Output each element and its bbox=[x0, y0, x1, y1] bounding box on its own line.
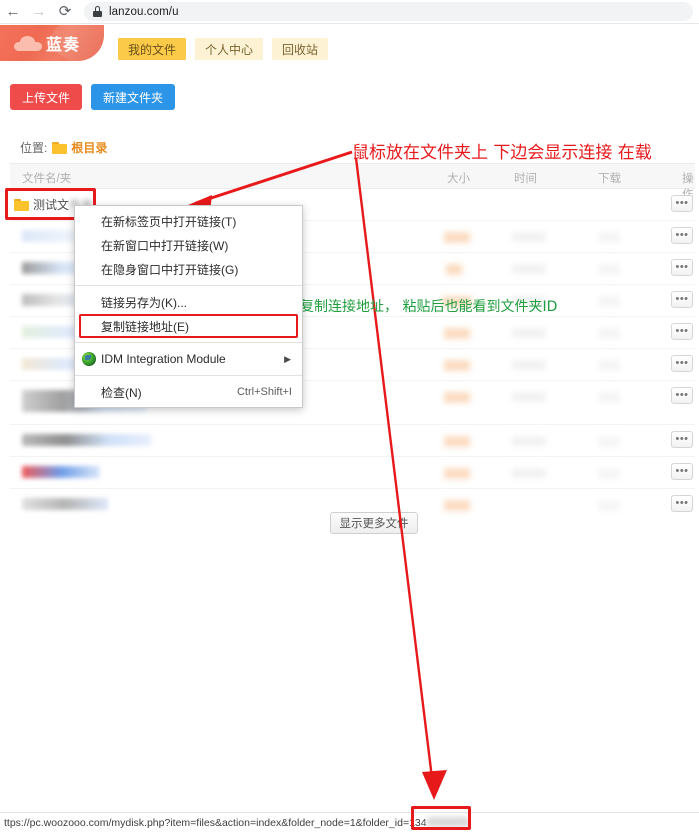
idm-globe-icon bbox=[82, 352, 96, 366]
file-name-cell bbox=[22, 498, 108, 510]
tab-personal-center[interactable]: 个人中心 bbox=[195, 38, 264, 60]
site-logo[interactable]: 蓝奏 bbox=[0, 25, 104, 61]
file-download-blurred bbox=[598, 436, 620, 447]
annotation-red-note: 鼠标放在文件夹上 下边会显示连接 在载 bbox=[352, 143, 652, 163]
column-header-name[interactable]: 文件名/夹 bbox=[22, 170, 71, 186]
file-name-blurred bbox=[22, 434, 152, 446]
file-download-blurred bbox=[598, 264, 620, 275]
row-action-button[interactable]: ••• bbox=[671, 259, 693, 276]
site-header: 蓝奏 我的文件 个人中心 回收站 bbox=[0, 25, 699, 67]
table-row[interactable]: ••• bbox=[10, 425, 695, 457]
back-arrow-icon[interactable]: ← bbox=[0, 0, 26, 24]
tab-recycle-bin[interactable]: 回收站 bbox=[272, 38, 329, 60]
row-action-button[interactable]: ••• bbox=[671, 431, 693, 448]
file-download-blurred bbox=[598, 360, 620, 371]
file-name-blurred bbox=[22, 466, 100, 478]
reload-icon[interactable]: ⟳ bbox=[52, 0, 78, 24]
context-menu-item-label: 检查(N) bbox=[101, 385, 142, 400]
file-size-blurred bbox=[444, 328, 470, 339]
logo-text: 蓝奏 bbox=[46, 37, 81, 54]
file-size-blurred bbox=[444, 392, 470, 403]
new-folder-button[interactable]: 新建文件夹 bbox=[91, 84, 176, 110]
file-time-blurred bbox=[512, 360, 546, 370]
tab-my-files[interactable]: 我的文件 bbox=[118, 38, 187, 60]
context-menu-item-copy-link-wrap: 复制链接地址(E) bbox=[75, 314, 302, 338]
breadcrumb-label: 位置: bbox=[20, 141, 48, 155]
upload-file-button[interactable]: 上传文件 bbox=[10, 84, 83, 110]
file-size-blurred bbox=[444, 500, 470, 511]
file-download-blurred bbox=[598, 232, 620, 243]
file-table-header: 文件名/夹 大小 时间 下载 操作 bbox=[10, 163, 695, 201]
context-menu-item-shortcut: Ctrl+Shift+I bbox=[236, 386, 292, 398]
row-action-button[interactable]: ••• bbox=[671, 227, 693, 244]
file-download-blurred bbox=[598, 328, 620, 339]
status-bar-url: ttps://pc.woozooo.com/mydisk.php?item=fi… bbox=[4, 816, 469, 829]
context-menu-item-label: IDM Integration Module bbox=[101, 352, 226, 366]
table-row[interactable]: ••• bbox=[10, 457, 695, 489]
folder-icon bbox=[14, 198, 29, 211]
column-header-time[interactable]: 时间 bbox=[514, 170, 537, 186]
address-bar-url: lanzou.com/u bbox=[109, 5, 179, 18]
page-root: ← → ⟳ lanzou.com/u 蓝奏 我的文件 个人中心 回收站 上传文件… bbox=[0, 0, 699, 832]
file-download-blurred bbox=[598, 392, 620, 403]
column-header-size[interactable]: 大小 bbox=[447, 170, 470, 186]
row-action-button[interactable]: ••• bbox=[671, 387, 693, 404]
cloud-icon bbox=[14, 35, 42, 51]
breadcrumb: 位置: 根目录 bbox=[20, 139, 107, 156]
row-action-button[interactable]: ••• bbox=[671, 195, 693, 212]
file-time-blurred bbox=[512, 264, 546, 274]
chevron-right-icon: ▶ bbox=[284, 353, 291, 364]
folder-name-visible: 测试文 bbox=[33, 198, 70, 212]
context-menu-item-idm-integration[interactable]: IDM Integration Module ▶ bbox=[75, 347, 302, 371]
main-nav-tabs: 我的文件 个人中心 回收站 bbox=[118, 38, 329, 60]
file-size-blurred bbox=[444, 232, 470, 243]
folder-icon bbox=[52, 141, 68, 154]
file-name-cell bbox=[22, 434, 152, 446]
row-action-button[interactable]: ••• bbox=[671, 495, 693, 512]
file-download-blurred bbox=[598, 500, 620, 511]
file-size-blurred bbox=[444, 468, 470, 479]
file-name-cell bbox=[22, 466, 100, 478]
file-time-blurred bbox=[512, 328, 546, 338]
column-header-download[interactable]: 下载 bbox=[598, 170, 621, 186]
file-size-blurred bbox=[444, 436, 470, 447]
show-more-files-button[interactable]: 显示更多文件 bbox=[330, 512, 418, 534]
context-menu-separator bbox=[75, 285, 302, 286]
address-bar[interactable]: lanzou.com/u bbox=[84, 2, 693, 21]
context-menu-item-open-new-tab[interactable]: 在新标签页中打开链接(T) bbox=[75, 209, 302, 233]
context-menu-separator bbox=[75, 342, 302, 343]
file-size-blurred bbox=[444, 360, 470, 371]
row-action-button[interactable]: ••• bbox=[671, 463, 693, 480]
file-time-blurred bbox=[512, 436, 546, 446]
context-menu-item-open-new-window[interactable]: 在新窗口中打开链接(W) bbox=[75, 233, 302, 257]
file-time-blurred bbox=[512, 232, 546, 242]
context-menu: 在新标签页中打开链接(T) 在新窗口中打开链接(W) 在隐身窗口中打开链接(G)… bbox=[74, 205, 303, 408]
lock-icon bbox=[93, 6, 102, 17]
row-action-button[interactable]: ••• bbox=[671, 355, 693, 372]
file-time-blurred bbox=[512, 392, 546, 402]
forward-arrow-icon[interactable]: → bbox=[26, 0, 52, 24]
file-name-blurred bbox=[22, 498, 108, 510]
browser-status-bar: ttps://pc.woozooo.com/mydisk.php?item=fi… bbox=[0, 812, 699, 832]
row-action-button[interactable]: ••• bbox=[671, 323, 693, 340]
file-size-blurred bbox=[446, 264, 462, 275]
breadcrumb-root-link[interactable]: 根目录 bbox=[71, 139, 107, 156]
browser-toolbar: ← → ⟳ lanzou.com/u bbox=[0, 0, 699, 24]
file-download-blurred bbox=[598, 468, 620, 479]
context-menu-item-open-incognito[interactable]: 在隐身窗口中打开链接(G) bbox=[75, 257, 302, 281]
context-menu-item-save-link-as[interactable]: 链接另存为(K)... bbox=[75, 290, 302, 314]
annotation-box-folder-id bbox=[411, 806, 471, 830]
annotation-green-note: 或者复制连接地址， 粘贴后也能看到文件夹ID bbox=[272, 299, 558, 315]
context-menu-item-copy-link-address[interactable]: 复制链接地址(E) bbox=[75, 314, 302, 338]
context-menu-separator bbox=[75, 375, 302, 376]
context-menu-item-inspect[interactable]: 检查(N) Ctrl+Shift+I bbox=[75, 380, 302, 404]
file-time-blurred bbox=[512, 468, 546, 478]
action-toolbar: 上传文件 新建文件夹 bbox=[10, 84, 176, 110]
